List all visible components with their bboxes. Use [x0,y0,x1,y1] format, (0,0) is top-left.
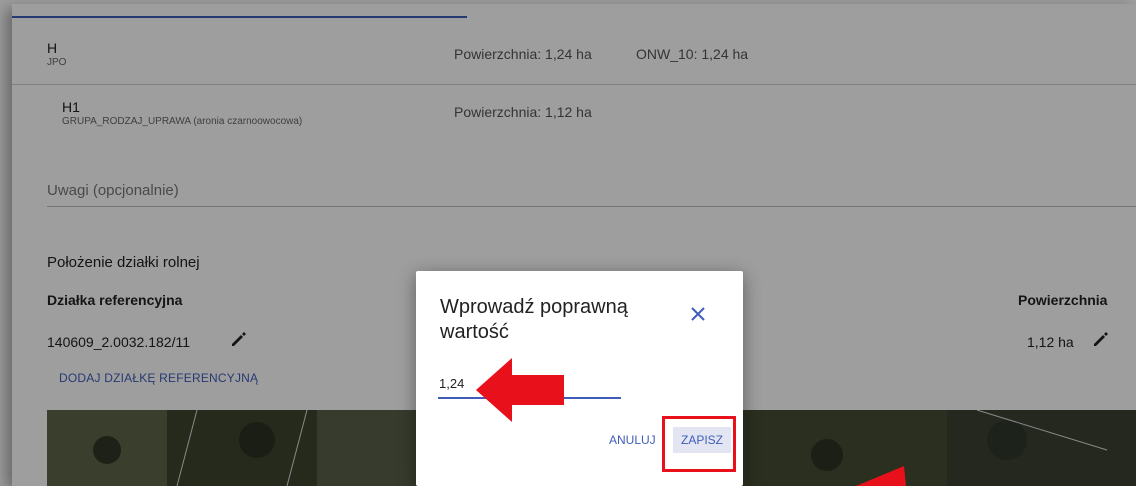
annotation-arrow-icon [476,358,564,422]
close-icon[interactable] [688,304,708,324]
dialog-title: Wprowadź poprawną wartość [440,296,628,343]
save-highlight-annotation [662,416,736,472]
annotation-arrow-icon [856,466,906,486]
cancel-button[interactable]: ANULUJ [609,433,656,447]
